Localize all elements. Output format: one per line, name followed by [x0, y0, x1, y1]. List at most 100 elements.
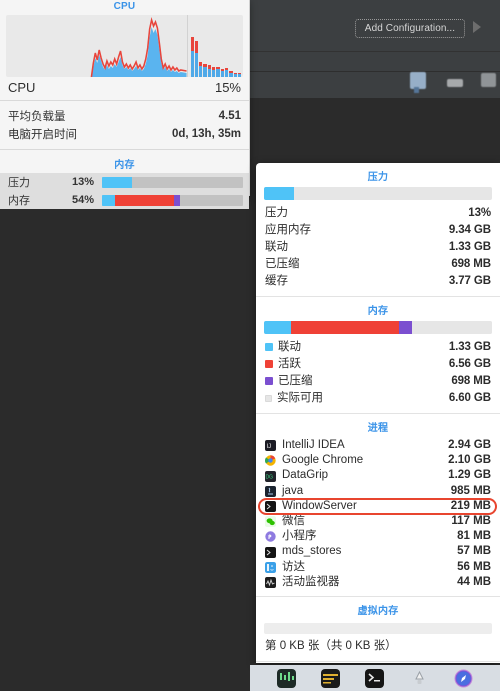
pressure-row-value: 13%: [468, 207, 491, 219]
process-row[interactable]: IJ IntelliJ IDEA 2.94 GB: [256, 438, 500, 453]
pressure-bar-fill: [264, 187, 294, 200]
process-row[interactable]: java 985 MB: [256, 484, 500, 499]
memory-active-fill: [114, 194, 174, 206]
add-configuration-button[interactable]: Add Configuration...: [355, 19, 465, 38]
cpu-core-bars: [186, 15, 243, 77]
process-name-group: 小程序: [265, 529, 457, 544]
process-memory-value: 117 MB: [451, 515, 491, 528]
legend-swatch-icon: [265, 377, 273, 385]
memory-legend-name: 活跃: [265, 357, 301, 372]
process-row[interactable]: Google Chrome 2.10 GB: [256, 453, 500, 468]
cpu-memory-popover: CPU CPU 15% 平均负载量 4.51 电脑开启时间 0d, 13h, 3…: [0, 0, 250, 209]
memory-legend-name: 已压缩: [265, 374, 313, 389]
pressure-value: 13%: [71, 176, 94, 188]
memory-legend-label: 联动: [278, 341, 301, 353]
cpu-usage-value: 15%: [214, 80, 241, 95]
memory-section-title: 内存: [367, 306, 389, 317]
process-name-group: Google Chrome: [265, 453, 448, 468]
process-row[interactable]: 访达 56 MB: [256, 560, 500, 575]
process-name: mds_stores: [282, 545, 342, 558]
process-memory-value: 1.29 GB: [448, 469, 491, 482]
cpu-core-bar: [212, 67, 216, 77]
cpu-core-bar: [190, 37, 194, 77]
memory-legend-row: 活跃 6.56 GB: [256, 356, 500, 373]
process-memory-value: 2.94 GB: [448, 439, 491, 451]
memory-legend-value: 698 MB: [451, 375, 491, 387]
cpu-usage-row: CPU 15%: [0, 77, 249, 100]
wechat-icon: [265, 516, 276, 528]
pressure-row: 应用内存 9.34 GB: [256, 222, 500, 239]
dock-item-terminal-green-icon[interactable]: [276, 668, 296, 688]
dock: [250, 665, 500, 691]
memory-legend-label: 已压缩: [278, 375, 313, 387]
process-memory-value: 44 MB: [457, 575, 491, 588]
memory-legend-value: 1.33 GB: [448, 341, 491, 353]
java-icon: [265, 485, 276, 497]
memory-legend-value: 6.60 GB: [448, 392, 491, 404]
ide-secondary-toolbar: [250, 52, 500, 72]
process-list: IJ IntelliJ IDEA 2.94 GB Google Chrome 2.10 …: [256, 438, 500, 590]
run-play-icon[interactable]: [473, 21, 481, 33]
process-row[interactable]: 微信 117 MB: [256, 514, 500, 529]
process-row[interactable]: mds_stores 57 MB: [256, 544, 500, 559]
virtual-memory-detail: 第 0 KB 张（共 0 KB 张）: [265, 640, 397, 653]
pressure-row: 压力 13%: [256, 205, 500, 222]
memory-bar-segment: [412, 321, 492, 334]
process-section-title: 进程: [367, 423, 389, 434]
process-name-group: DG DataGrip: [265, 468, 448, 483]
blurred-toolbar-icon-a[interactable]: [410, 72, 426, 93]
memory-bar-segment: [398, 321, 413, 334]
memory-wired-fill: [102, 194, 115, 206]
memory-legend-name: 联动: [265, 340, 301, 355]
dock-item-terminal-icon[interactable]: [365, 668, 385, 688]
svg-text:IJ: IJ: [267, 444, 272, 450]
svg-text:DG: DG: [266, 474, 274, 480]
google-chrome-icon: [265, 455, 276, 466]
load-average-row: 平均负载量 4.51: [0, 107, 249, 125]
memory-bar: [264, 321, 492, 334]
pressure-row-label: 联动: [265, 241, 288, 253]
process-name: 访达: [282, 560, 305, 573]
process-name-group: 微信: [265, 514, 451, 529]
cpu-section-title: CPU: [113, 1, 136, 12]
process-name-group: IJ IntelliJ IDEA: [265, 438, 448, 453]
dock-item-browser-icon[interactable]: [454, 669, 473, 688]
process-name-group: mds_stores: [265, 544, 457, 559]
memory-legend-value: 6.56 GB: [448, 358, 491, 370]
memory-bar-segment: [264, 321, 292, 334]
cpu-usage-label: CPU: [8, 80, 36, 95]
blurred-toolbar-icon-b[interactable]: [447, 79, 463, 87]
pages-section-title: PAGES: [256, 662, 500, 663]
process-row[interactable]: 活动监视器 44 MB: [256, 575, 500, 590]
pressure-section-title: 压力: [367, 172, 389, 183]
uptime-value: 0d, 13h, 35m: [171, 128, 241, 140]
pressure-row-label: 应用内存: [265, 224, 311, 236]
process-name: 小程序: [282, 530, 317, 543]
cpu-core-bar: [194, 41, 199, 77]
mds-stores-icon: [265, 546, 276, 558]
pressure-fill: [102, 176, 132, 188]
process-row[interactable]: DG DataGrip 1.29 GB: [256, 468, 500, 483]
cpu-core-bar: [216, 67, 220, 77]
process-name: 活动监视器: [282, 575, 340, 588]
process-row[interactable]: 小程序 81 MB: [256, 529, 500, 544]
load-average-label: 平均负载量: [8, 111, 66, 123]
memory-bar-segment: [291, 321, 399, 334]
process-memory-value: 81 MB: [457, 530, 491, 543]
blurred-toolbar-icon-c[interactable]: [481, 73, 496, 87]
dock-item-lamp-icon[interactable]: [410, 669, 429, 688]
cpu-core-bar: [207, 65, 212, 77]
process-memory-value: 219 MB: [450, 499, 491, 512]
uptime-label: 电脑开启时间: [8, 129, 77, 141]
finder-icon: [265, 561, 276, 573]
memory-value: 54%: [71, 194, 94, 206]
process-row[interactable]: WindowServer 219 MB: [256, 499, 500, 514]
memory-mini-bar: [102, 194, 243, 206]
dock-item-iterm-icon[interactable]: [321, 668, 341, 688]
memory-legend-name: 实际可用: [265, 391, 323, 406]
pressure-rows: 压力 13% 应用内存 9.34 GB 联动 1.33 GB 已压缩 698 MB 缓存 3.77…: [256, 205, 500, 290]
process-name: Google Chrome: [282, 454, 364, 467]
intellij-idea-icon: IJ: [265, 440, 276, 452]
cpu-core-bar: [233, 73, 237, 77]
pressure-row-label: 压力: [265, 207, 288, 219]
